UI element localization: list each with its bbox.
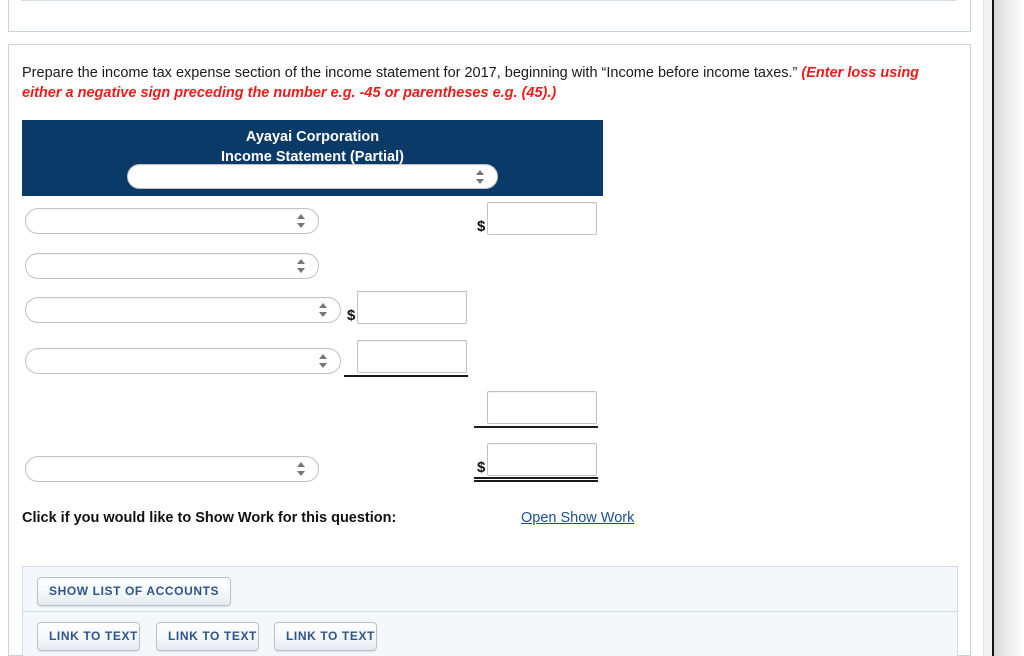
previous-question-panel (8, 0, 971, 32)
statement-row-6-currency: $ (477, 459, 486, 476)
statement-row-1-currency: $ (477, 218, 486, 235)
previous-question-button-bar (21, 0, 957, 1)
statement-row-1-select[interactable] (25, 208, 319, 234)
statement-row-4-select[interactable] (25, 348, 341, 374)
statement-header-title: Ayayai Corporation Income Statement (Par… (22, 127, 603, 167)
chevron-updown-icon (319, 302, 328, 318)
statement-row-3-amount[interactable] (357, 291, 467, 324)
scrollbar-region[interactable] (983, 0, 1024, 656)
chevron-updown-icon (297, 213, 306, 229)
question-actions-panel: SHOW LIST OF ACCOUNTS LINK TO TEXT LINK … (22, 566, 958, 656)
show-list-of-accounts-button[interactable]: SHOW LIST OF ACCOUNTS (37, 577, 232, 606)
scrollbar-track[interactable] (983, 0, 992, 656)
question-prompt-text: Prepare the income tax expense section o… (22, 65, 802, 81)
screenshot-root: Prepare the income tax expense section o… (0, 0, 1024, 656)
page-content: Prepare the income tax expense section o… (0, 0, 983, 656)
subtotal-rule-2 (474, 426, 598, 428)
link-to-text-row: LINK TO TEXT LINK TO TEXT LINK TO TEXT (23, 613, 957, 656)
statement-row-3-currency: $ (347, 307, 356, 324)
total-double-rule (474, 477, 598, 482)
chevron-updown-icon (319, 353, 328, 369)
question-prompt: Prepare the income tax expense section o… (22, 63, 947, 103)
desktop-background (994, 0, 1024, 656)
chevron-updown-icon (476, 169, 485, 185)
statement-row-6-amount[interactable] (487, 443, 597, 476)
link-to-text-button-2[interactable]: LINK TO TEXT (156, 622, 259, 651)
chevron-updown-icon (297, 258, 306, 274)
accounts-row: SHOW LIST OF ACCOUNTS (23, 567, 957, 612)
link-to-text-button-1[interactable]: LINK TO TEXT (37, 622, 140, 651)
income-statement-form: Ayayai Corporation Income Statement (Par… (22, 120, 962, 530)
question-panel: Prepare the income tax expense section o… (8, 44, 971, 656)
statement-header: Ayayai Corporation Income Statement (Par… (22, 120, 603, 196)
statement-row-3-select[interactable] (25, 297, 341, 323)
statement-row-5-amount[interactable] (487, 391, 597, 424)
company-name: Ayayai Corporation (245, 129, 380, 145)
statement-row-6-select[interactable] (25, 456, 319, 482)
show-work-label: Click if you would like to Show Work for… (22, 510, 397, 526)
statement-row-1-amount[interactable] (487, 202, 597, 235)
subtotal-rule-1 (344, 375, 468, 377)
statement-row-4-amount[interactable] (357, 340, 467, 373)
statement-period-select[interactable] (127, 164, 498, 189)
statement-row-2-select[interactable] (25, 253, 319, 279)
link-to-text-button-3[interactable]: LINK TO TEXT (274, 622, 377, 651)
open-show-work-link[interactable]: Open Show Work (521, 510, 634, 526)
chevron-updown-icon (297, 461, 306, 477)
